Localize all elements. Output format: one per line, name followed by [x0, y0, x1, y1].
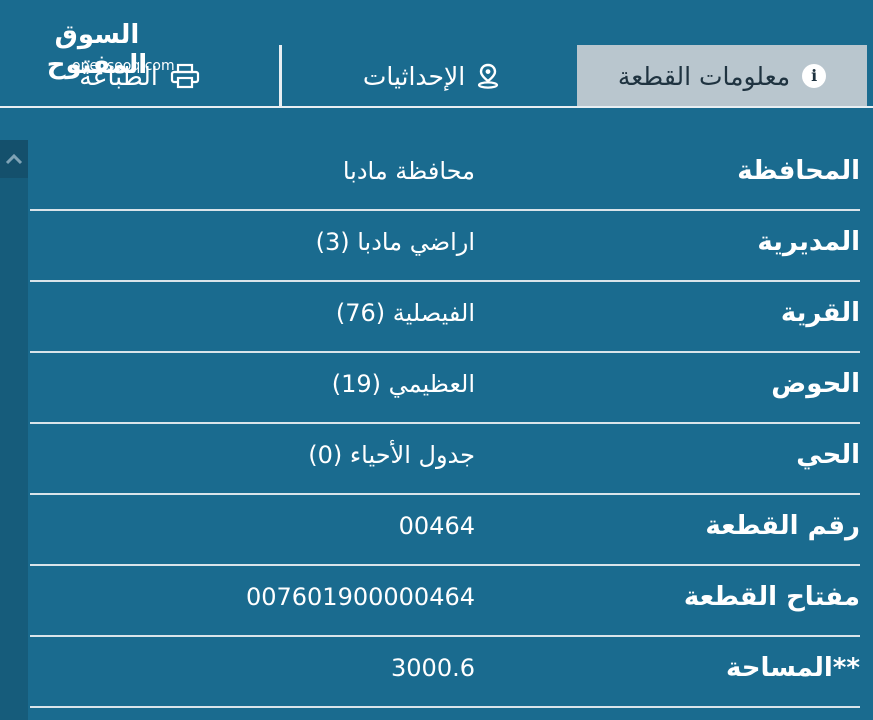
tab-bar: السوق المفتوح opensooq.com i معلومات الق…: [0, 0, 873, 108]
row-value-directorate: اراضي مادبا (3): [315, 228, 475, 256]
scrollbar-track[interactable]: [0, 140, 28, 720]
chevron-up-icon: [5, 153, 23, 165]
row-label-parcel-number: رقم القطعة: [705, 511, 860, 541]
table-row: **المساحة 3000.6: [30, 637, 860, 708]
tab-parcel-info-label: معلومات القطعة: [617, 61, 791, 91]
row-label-directorate: المديرية: [757, 227, 860, 257]
row-value-parcel-key: 007601900000464: [245, 583, 475, 611]
table-row: المحافظة محافظة مادبا: [30, 140, 860, 211]
row-value-neighborhood: جدول الأحياء (0): [308, 441, 475, 469]
tab-bar-divider: [0, 106, 873, 108]
row-value-basin: العظيمي (19): [331, 370, 475, 398]
tab-parcel-info[interactable]: i معلومات القطعة: [577, 45, 867, 107]
table-row: مفتاح القطعة 007601900000464: [30, 566, 860, 637]
tab-print[interactable]: الطباعة: [0, 45, 282, 107]
row-label-basin: الحوض: [771, 369, 860, 399]
table-row: القرية الفيصلية (76): [30, 282, 860, 353]
row-value-area: 3000.6: [391, 654, 475, 682]
table-row: الحي جدول الأحياء (0): [30, 424, 860, 495]
tab-print-label: الطباعة: [79, 61, 158, 91]
parcel-info-table: المحافظة محافظة مادبا المديرية اراضي ماد…: [30, 140, 860, 708]
row-label-village: القرية: [780, 298, 860, 328]
tab-coordinates[interactable]: الإحداثيات: [286, 45, 576, 107]
table-row: رقم القطعة 00464: [30, 495, 860, 566]
printer-icon: [170, 63, 200, 89]
tab-coordinates-label: الإحداثيات: [362, 61, 466, 91]
table-row: المديرية اراضي مادبا (3): [30, 211, 860, 282]
info-icon: i: [802, 64, 827, 88]
scroll-up-button[interactable]: [0, 140, 28, 178]
row-label-parcel-key: مفتاح القطعة: [683, 582, 860, 612]
table-row: الحوض العظيمي (19): [30, 353, 860, 424]
row-label-governorate: المحافظة: [737, 156, 860, 186]
row-value-governorate: محافظة مادبا: [342, 157, 475, 185]
row-label-neighborhood: الحي: [796, 440, 860, 470]
row-value-village: الفيصلية (76): [335, 299, 475, 327]
location-pin-icon: [477, 63, 499, 89]
row-value-parcel-number: 00464: [398, 512, 475, 540]
row-label-area: **المساحة: [725, 653, 860, 683]
